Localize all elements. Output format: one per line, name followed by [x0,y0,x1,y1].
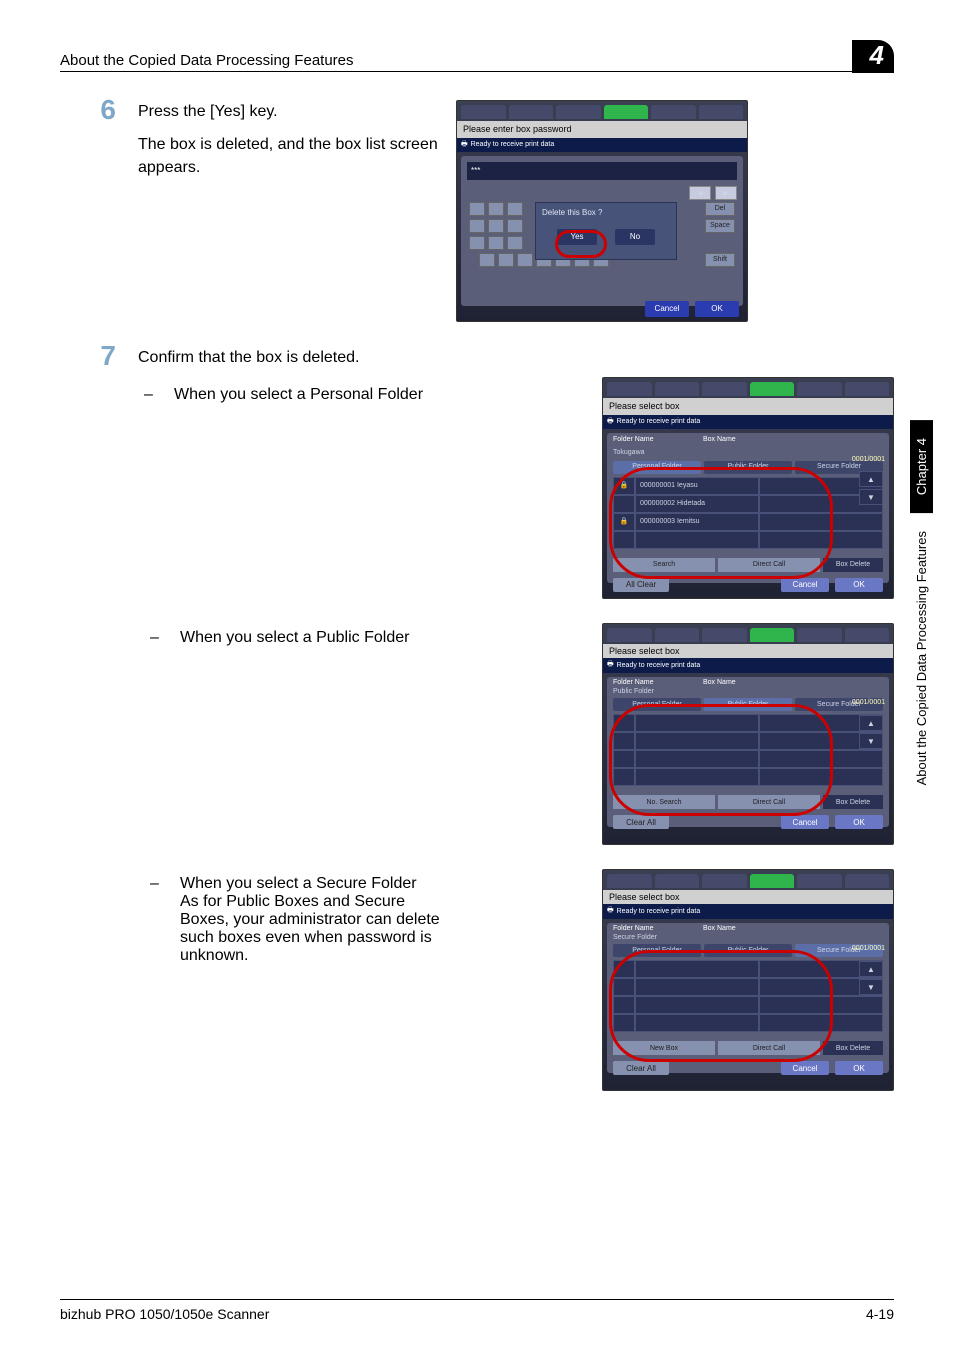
footer-left: bizhub PRO 1050/1050e Scanner [60,1306,269,1322]
folder-label: Secure Folder [607,934,889,941]
s7-msgbar: Please select box [603,644,893,658]
highlight-ring [609,467,833,579]
caret-left-button[interactable]: ◄ [689,186,711,200]
del-key[interactable]: Del [705,202,735,216]
page-indicator: 0001/0001 [852,455,885,465]
step6-line1: Press the [Yes] key. [138,100,438,123]
clear-all-button[interactable]: Clear All [613,815,669,829]
printer-icon: 🖶 [607,660,614,671]
no-button[interactable]: No [615,229,655,245]
printer-icon: 🖶 [607,906,614,917]
step7-bullet-public: When you select a Public Folder [180,629,440,647]
yes-button[interactable]: Yes [557,229,597,245]
folder-label: Public Folder [607,688,889,695]
printer-icon: 🖶 [607,417,614,427]
step7-line1: Confirm that the box is deleted. [138,346,894,369]
box-delete-button[interactable]: Box Delete [823,558,883,572]
page-indicator: 0001/0001 [852,699,885,706]
password-input-field[interactable] [467,162,737,180]
side-tab-chapter: Chapter 4 [910,420,933,513]
step-number-6: 6 [60,96,116,322]
s6-msgbar: Please enter box password [457,121,747,138]
folder-label: Tokugawa [607,448,889,458]
clear-all-button[interactable]: Clear All [613,1061,669,1075]
page-indicator: 0001/0001 [852,945,885,952]
step7-bullet-personal: When you select a Personal Folder [174,383,434,406]
highlight-ring [609,950,833,1062]
scroll-down-button[interactable]: ▼ [859,489,883,505]
ok-button[interactable]: OK [835,815,883,829]
shift-key[interactable]: Shift [705,253,735,267]
scroll-up-button[interactable]: ▲ [859,471,883,487]
printer-icon: 🖶 [461,140,468,150]
screenshot-secure-folder: Please select box 🖶Ready to receive prin… [602,869,894,1091]
space-key[interactable]: Space [705,219,735,233]
screenshot-personal-folder: Please select box 🖶Ready to receive prin… [602,377,894,599]
cancel-button[interactable]: Cancel [781,578,829,592]
s7-msgbar: Please select box [603,890,893,904]
screenshot-step6-password-dialog: Please enter box password 🖶 Ready to rec… [456,100,748,322]
ok-button[interactable]: OK [695,301,739,317]
scroll-up-button[interactable]: ▲ [859,961,883,977]
scroll-up-button[interactable]: ▲ [859,715,883,731]
step7-bullet-secure: When you select a Secure Folder As for P… [180,875,440,965]
page-header-title: About the Copied Data Processing Feature… [60,52,354,69]
cancel-button[interactable]: Cancel [645,301,689,317]
ok-button[interactable]: OK [835,1061,883,1075]
caret-right-button[interactable]: ► [715,186,737,200]
clear-all-button[interactable]: All Clear [613,578,669,592]
step6-line2: The box is deleted, and the box list scr… [138,133,438,179]
s7-msgbar: Please select box [603,398,893,415]
ok-button[interactable]: OK [835,578,883,592]
screenshot-public-folder: Please select box 🖶Ready to receive prin… [602,623,894,845]
confirm-delete-dialog: Delete this Box ? Yes No [535,202,677,260]
step-number-7: 7 [60,342,116,599]
scroll-down-button[interactable]: ▼ [859,733,883,749]
cancel-button[interactable]: Cancel [781,1061,829,1075]
scroll-down-button[interactable]: ▼ [859,979,883,995]
box-delete-button[interactable]: Box Delete [823,795,883,809]
cancel-button[interactable]: Cancel [781,815,829,829]
chapter-badge: 4 [852,40,894,73]
footer-right: 4-19 [866,1306,894,1322]
box-delete-button[interactable]: Box Delete [823,1041,883,1055]
highlight-ring [609,704,833,816]
side-tab-title: About the Copied Data Processing Feature… [914,513,929,803]
